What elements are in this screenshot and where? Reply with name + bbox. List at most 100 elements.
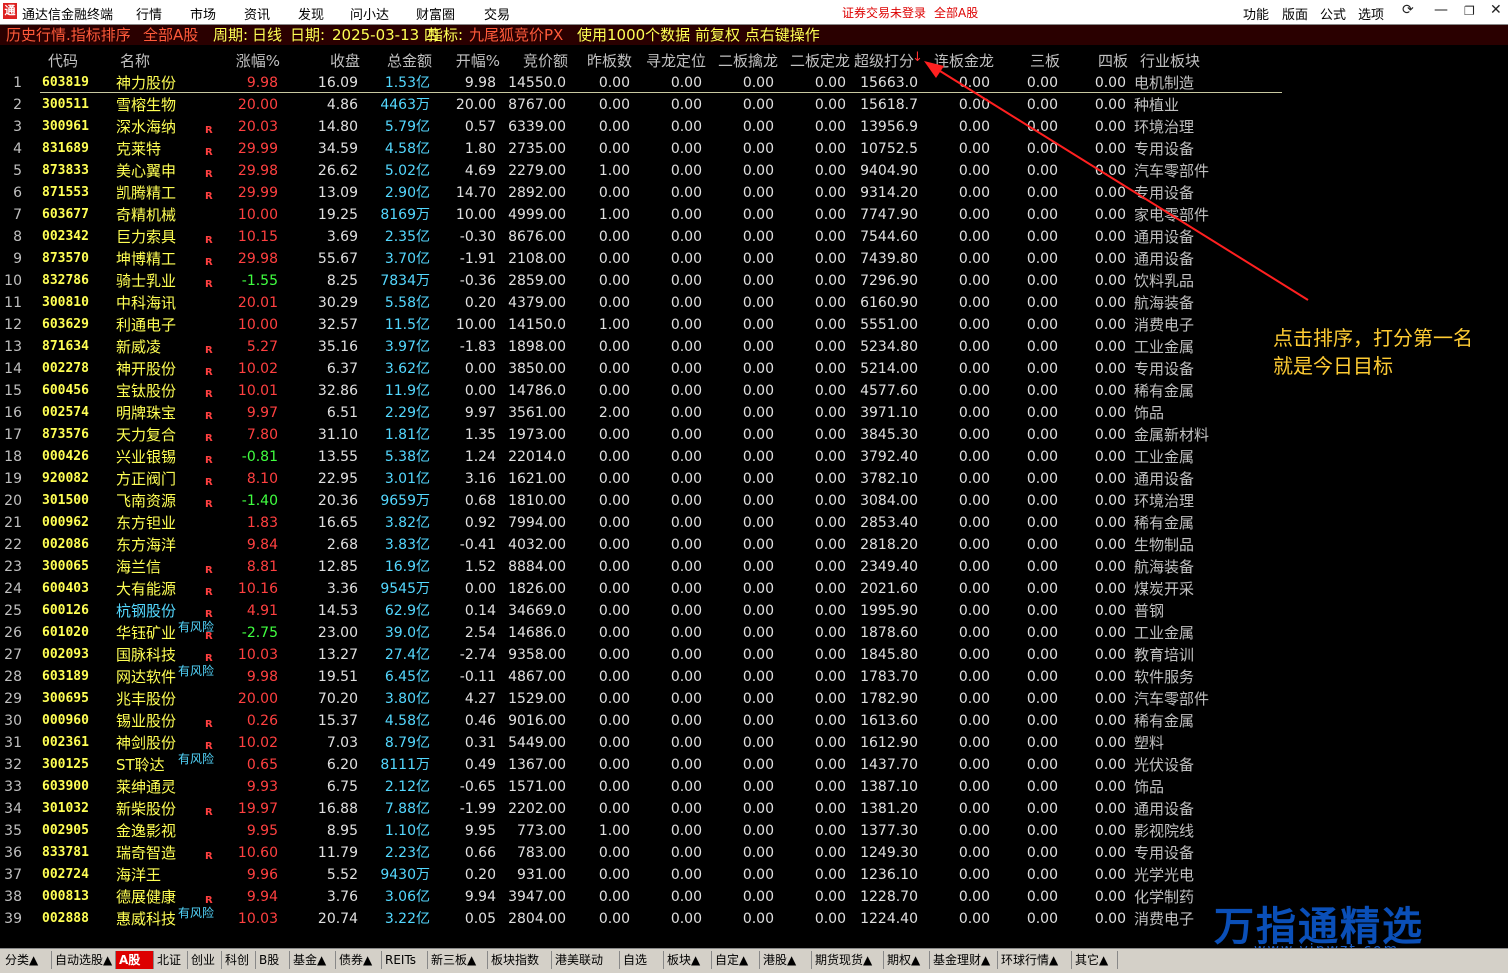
column-header-4[interactable]: 总金额	[380, 50, 432, 71]
date-value[interactable]: 2025-03-13 四	[332, 25, 439, 45]
column-header-6[interactable]: 竞价额	[510, 50, 568, 71]
menu-function[interactable]: 功能	[1243, 4, 1269, 23]
bottom-tab-13[interactable]: 自选	[620, 951, 664, 969]
column-header-10[interactable]: 二板定龙	[784, 50, 850, 71]
table-row[interactable]: 4 831689 克莱特 R 29.99 34.59 4.58亿 1.80 2735.00 0.0…	[0, 138, 1300, 160]
indicator-value[interactable]: 九尾狐竞价PX	[469, 25, 563, 45]
menu-ask[interactable]: 问小达	[350, 4, 389, 23]
bottom-tab-21[interactable]: 其它▲	[1072, 951, 1118, 969]
bottom-tab-9[interactable]: REITs	[382, 951, 428, 969]
bottom-tab-5[interactable]: 科创	[222, 951, 256, 969]
table-row[interactable]: 19 920082 方正阀门 R 8.10 22.95 3.01亿 3.16 1621.00 0.…	[0, 468, 1300, 490]
table-row[interactable]: 30 000960 锡业股份 R 0.26 15.37 4.58亿 0.46 9016.00 0.…	[0, 710, 1300, 732]
column-header-5[interactable]: 开幅%	[452, 50, 500, 71]
market-label[interactable]: 全部A股	[143, 25, 198, 45]
table-row[interactable]: 24 600403 大有能源 R 10.16 3.36 9545万 0.00 1826.00 0.…	[0, 578, 1300, 600]
period-value[interactable]: 日线	[252, 25, 282, 45]
column-header-13[interactable]: 三板	[1024, 50, 1060, 71]
bottom-tab-16[interactable]: 港股▲	[760, 951, 812, 969]
cell-name: 神剑股份	[116, 734, 177, 752]
close-icon[interactable]: ✕	[1490, 2, 1502, 18]
bottom-tab-6[interactable]: B股	[256, 951, 290, 969]
menu-options[interactable]: 选项	[1358, 4, 1384, 23]
menu-market[interactable]: 市场	[190, 4, 216, 23]
table-row[interactable]: 3 300961 深水海纳 R 20.03 14.80 5.79亿 0.57 6339.00 0.…	[0, 116, 1300, 138]
table-row[interactable]: 39 002888 惠威科技 有风险 10.03 20.74 3.22亿 0.05 2804.0…	[0, 906, 1300, 930]
bottom-tab-10[interactable]: 新三板▲	[428, 951, 488, 969]
menu-trade[interactable]: 交易	[484, 4, 510, 23]
table-row[interactable]: 18 000426 兴业银锡 R -0.81 13.55 5.38亿 1.24 22014.0 0…	[0, 446, 1300, 468]
table-row[interactable]: 1 603819 神力股份 9.98 16.09 1.53亿 9.98 14550.0 0.00…	[0, 72, 1300, 94]
table-row[interactable]: 26 601020 华钰矿业 R 有风险 -2.75 23.00 39.0亿 2.54 14686…	[0, 620, 1300, 644]
bottom-tab-0[interactable]: 分类▲	[2, 951, 52, 969]
cell-open: 9.98	[464, 75, 496, 91]
bottom-tab-11[interactable]: 板块指数	[488, 951, 552, 969]
bottom-tab-3[interactable]: 北证	[154, 951, 188, 969]
menu-formula[interactable]: 公式	[1320, 4, 1346, 23]
bottom-tab-12[interactable]: 港美联动	[552, 951, 620, 969]
table-row[interactable]: 22 002086 东方海洋 9.84 2.68 3.83亿 -0.41 4032.00 0.0…	[0, 534, 1300, 556]
bottom-tab-4[interactable]: 创业	[188, 951, 222, 969]
table-row[interactable]: 8 002342 巨力索具 R 10.15 3.69 2.35亿 -0.30 8676.00 0.…	[0, 226, 1300, 248]
column-header-14[interactable]: 四板	[1092, 50, 1128, 71]
table-row[interactable]: 15 600456 宝钛股份 R 10.01 32.86 11.9亿 0.00 14786.0 0…	[0, 380, 1300, 402]
bottom-tab-19[interactable]: 基金理财▲	[930, 951, 998, 969]
table-row[interactable]: 28 603189 网达软件 有风险 9.98 19.51 6.45亿 -0.11 4867.0…	[0, 664, 1300, 688]
column-header-0[interactable]: 代码	[48, 50, 88, 71]
column-header-15[interactable]: 行业板块	[1140, 50, 1210, 71]
table-row[interactable]: 37 002724 海洋王 9.96 5.52 9430万 0.20 931.00 0.00 0.…	[0, 864, 1300, 886]
table-row[interactable]: 34 301032 新柴股份 R 19.97 16.88 7.88亿 -1.99 2202.00…	[0, 798, 1300, 820]
table-row[interactable]: 6 871553 凯腾精工 R 29.99 13.09 2.90亿 14.70 2892.00 0…	[0, 182, 1300, 204]
column-header-1[interactable]: 名称	[120, 50, 180, 71]
column-header-12[interactable]: 连板金龙	[928, 50, 994, 71]
table-row[interactable]: 11 300810 中科海讯 20.01 30.29 5.58亿 0.20 4379.00 0.…	[0, 292, 1300, 314]
refresh-icon[interactable]: ⟳	[1402, 2, 1414, 18]
cell-ed: 0.00	[814, 757, 846, 773]
table-row[interactable]: 5 873833 美心翼申 R 29.98 26.62 5.02亿 4.69 2279.00 1.…	[0, 160, 1300, 182]
menu-wealth[interactable]: 财富圈	[416, 4, 455, 23]
minimize-icon[interactable]: —	[1434, 2, 1448, 18]
bottom-tab-20[interactable]: 环球行情▲	[998, 951, 1072, 969]
menu-discover[interactable]: 发现	[298, 4, 324, 23]
table-row[interactable]: 2 300511 雪榕生物 20.00 4.86 4463万 20.00 8767.00 0.0…	[0, 94, 1300, 116]
bottom-tab-2[interactable]: A股	[116, 951, 154, 969]
table-row[interactable]: 13 871634 新威凌 R 5.27 35.16 3.97亿 -1.83 1898.00 0.…	[0, 336, 1300, 358]
bottom-tab-8[interactable]: 债券▲	[336, 951, 382, 969]
table-row[interactable]: 36 833781 瑞奇智造 R 10.60 11.79 2.23亿 0.66 783.00 0.…	[0, 842, 1300, 864]
bottom-tab-14[interactable]: 板块▲	[664, 951, 712, 969]
column-header-9[interactable]: 二板擒龙	[712, 50, 778, 71]
table-row[interactable]: 12 603629 利通电子 10.00 32.57 11.5亿 10.00 14150.0 1…	[0, 314, 1300, 336]
column-header-8[interactable]: 寻龙定位	[640, 50, 706, 71]
table-row[interactable]: 9 873570 坤博精工 R 29.98 55.67 3.70亿 -1.91 2108.00 0…	[0, 248, 1300, 270]
column-header-3[interactable]: 收盘	[300, 50, 360, 71]
table-row[interactable]: 20 301500 飞南资源 R -1.40 20.36 9659万 0.68 1810.00 0…	[0, 490, 1300, 512]
cell-bid: 4867.00	[508, 669, 566, 685]
table-row[interactable]: 23 300065 海兰信 R 8.81 12.85 16.9亿 1.52 8884.00 0.0…	[0, 556, 1300, 578]
column-header-7[interactable]: 昨板数	[576, 50, 632, 71]
bottom-tab-18[interactable]: 期权▲	[884, 951, 930, 969]
restore-icon[interactable]: ❐	[1464, 4, 1475, 18]
table-row[interactable]: 21 000962 东方钽业 1.83 16.65 3.82亿 0.92 7994.00 0.0…	[0, 512, 1300, 534]
table-row[interactable]: 35 002905 金逸影视 9.95 8.95 1.10亿 9.95 773.00 1.00 0…	[0, 820, 1300, 842]
table-row[interactable]: 14 002278 神开股份 R 10.02 6.37 3.62亿 0.00 3850.00 0.…	[0, 358, 1300, 380]
bottom-tab-7[interactable]: 基金▲	[290, 951, 336, 969]
bottom-tab-1[interactable]: 自动选股▲	[52, 951, 116, 969]
cell-close: 3.76	[326, 889, 358, 905]
cell-prev: 0.00	[598, 251, 630, 267]
table-row[interactable]: 7 603677 奇精机械 10.00 19.25 8169万 10.00 4999.00 1.…	[0, 204, 1300, 226]
table-row[interactable]: 16 002574 明牌珠宝 R 9.97 6.51 2.29亿 9.97 3561.00 2.0…	[0, 402, 1300, 424]
menu-quotes[interactable]: 行情	[136, 4, 162, 23]
login-status[interactable]: 证券交易未登录	[842, 4, 926, 21]
menu-layout[interactable]: 版面	[1282, 4, 1308, 23]
column-header-2[interactable]: 涨幅%	[232, 50, 280, 71]
table-row[interactable]: 17 873576 天力复合 R 7.80 31.10 1.81亿 1.35 1973.00 0.…	[0, 424, 1300, 446]
sort-desc-icon[interactable]: ↓	[912, 50, 923, 65]
table-row[interactable]: 29 300695 兆丰股份 20.00 70.20 3.80亿 4.27 1529.00 0.…	[0, 688, 1300, 710]
table-row[interactable]: 10 832786 骑士乳业 R -1.55 8.25 7834万 -0.36 2859.00 0…	[0, 270, 1300, 292]
menu-news[interactable]: 资讯	[244, 4, 270, 23]
column-header-11[interactable]: 超级打分	[848, 50, 914, 71]
bottom-tab-17[interactable]: 期货现货▲	[812, 951, 884, 969]
table-row[interactable]: 32 300125 ST聆达 有风险 0.65 6.20 8111万 0.49 1367.00 0…	[0, 752, 1300, 776]
bottom-tab-15[interactable]: 自定▲	[712, 951, 760, 969]
table-row[interactable]: 33 603900 莱绅通灵 9.93 6.75 2.12亿 -0.65 1571.00 0.0…	[0, 776, 1300, 798]
